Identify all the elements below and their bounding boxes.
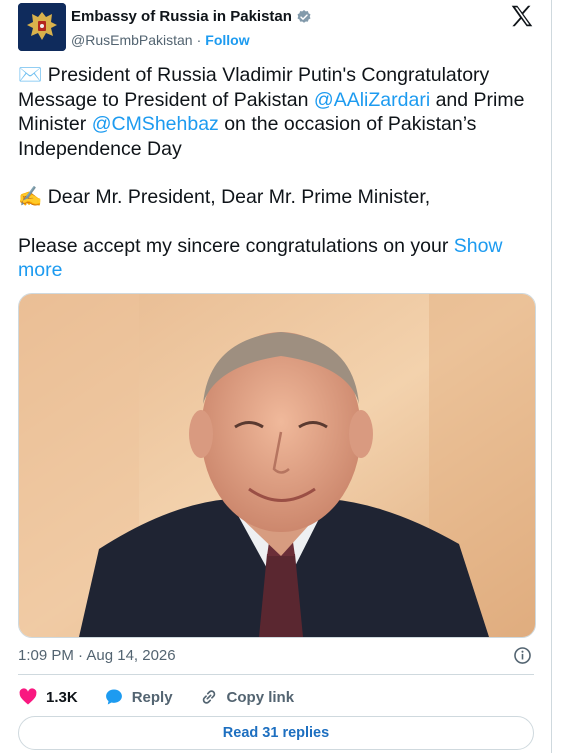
x-logo-icon[interactable] [509, 3, 535, 29]
verified-badge-icon [297, 9, 311, 23]
tweet-paragraph-2: ✍️ Dear Mr. President, Dear Mr. Prime Mi… [18, 185, 528, 210]
like-button[interactable]: 1.3K [18, 687, 78, 707]
tweet-header: Embassy of Russia in Pakistan @RusEmbPak… [18, 3, 535, 51]
account-avatar[interactable] [18, 3, 66, 51]
link-icon [202, 690, 215, 704]
tweet-photo[interactable] [18, 293, 536, 638]
tweet-text-segment: Dear Mr. President, Dear Mr. Prime Minis… [42, 186, 431, 208]
tweet-actions: 1.3K Reply Copy link [18, 686, 320, 708]
like-count: 1.3K [46, 688, 78, 706]
tweet-card: Embassy of Russia in Pakistan @RusEmbPak… [0, 0, 552, 753]
divider [18, 674, 534, 675]
reply-bubble-icon [105, 689, 122, 705]
tweet-text-segment: Please accept my sincere congratulations… [18, 234, 454, 257]
separator-dot: · [196, 32, 202, 48]
tweet-paragraph-3: Please accept my sincere congratulations… [18, 234, 528, 283]
account-handle[interactable]: @RusEmbPakistan [71, 32, 193, 48]
account-name[interactable]: Embassy of Russia in Pakistan [71, 8, 292, 25]
info-icon[interactable] [513, 646, 532, 665]
tweet-timestamp[interactable]: 1:09 PM · Aug 14, 2026 [18, 647, 176, 664]
mention-zardari-link[interactable]: @AAliZardari [314, 89, 430, 111]
heart-icon [19, 688, 37, 705]
copy-link-label: Copy link [226, 688, 295, 706]
reply-button[interactable]: Reply [104, 687, 173, 707]
reply-label: Reply [131, 688, 173, 706]
envelope-emoji: ✉️ [18, 64, 43, 86]
portrait-photo [19, 294, 535, 637]
read-replies-button[interactable]: Read 31 replies [18, 716, 534, 750]
mention-shehbaz-link[interactable]: @CMShehbaz [92, 113, 219, 135]
tweet-paragraph-1: ✉️ President of Russia Vladimir Putin's … [18, 63, 528, 161]
embassy-emblem-icon [18, 3, 66, 51]
follow-button[interactable]: Follow [205, 32, 249, 48]
writing-hand-emoji: ✍️ [18, 186, 43, 208]
tweet-text: ✉️ President of Russia Vladimir Putin's … [18, 63, 528, 283]
copy-link-button[interactable]: Copy link [199, 687, 295, 707]
